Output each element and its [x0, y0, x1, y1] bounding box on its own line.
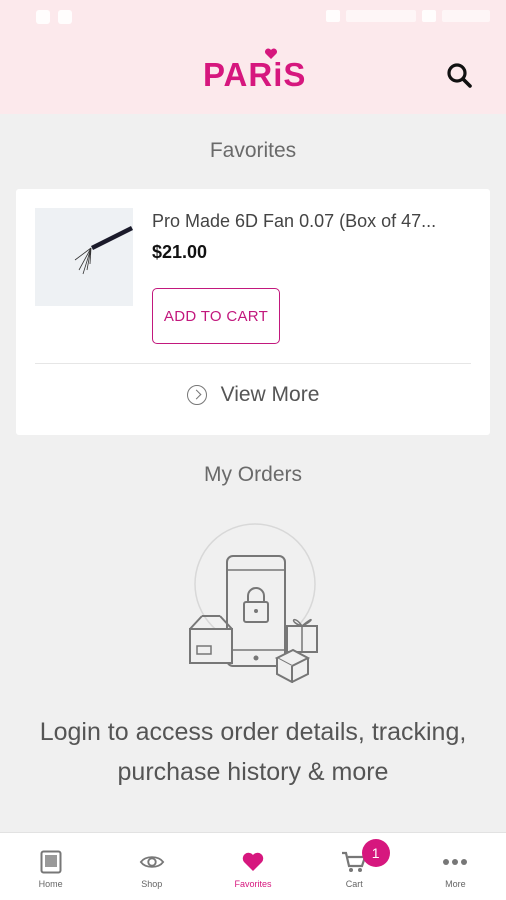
nav-cart[interactable]: Cart 1	[304, 833, 405, 900]
nav-cart-label: Cart	[345, 879, 363, 889]
search-icon	[447, 63, 472, 88]
home-icon	[38, 849, 64, 875]
more-icon	[442, 849, 468, 875]
nav-home-label: Home	[38, 879, 63, 889]
login-prompt-message: Login to access order details, tracking,…	[39, 718, 467, 786]
eye-icon	[139, 849, 165, 875]
view-more-label: View More	[220, 383, 320, 406]
brand-logo-text: PARiS	[203, 56, 307, 93]
cart-count-badge: 1	[361, 839, 390, 867]
notification-icon	[36, 10, 50, 24]
clock	[442, 10, 490, 22]
battery-icon	[422, 10, 436, 22]
nav-shop[interactable]: Shop	[101, 833, 202, 900]
logo-heart-icon	[264, 48, 278, 59]
nav-favorites[interactable]: Favorites	[202, 833, 303, 900]
bottom-nav: Home Shop Favorites Cart 1 More	[0, 832, 506, 900]
nav-more-label: More	[445, 879, 466, 889]
brand-logo[interactable]: PARiS	[203, 48, 307, 96]
eyelash-product-image	[74, 226, 133, 275]
status-info	[346, 10, 416, 22]
chevron-right-circle-icon	[186, 385, 207, 405]
favorite-product-card: Pro Made 6D Fan 0.07 (Box of 47... $21.0…	[16, 189, 490, 435]
my-orders-title: My Orders	[203, 463, 302, 486]
divider	[35, 363, 471, 364]
nav-favorites-label: Favorites	[234, 879, 272, 889]
product-image[interactable]	[35, 208, 133, 306]
orders-locked-illustration	[189, 523, 318, 683]
battery-saver-icon	[326, 10, 340, 22]
add-to-cart-button[interactable]: ADD TO CART	[152, 288, 280, 344]
nav-more[interactable]: More	[405, 833, 506, 900]
nav-shop-label: Shop	[141, 879, 163, 889]
nav-home[interactable]: Home	[0, 833, 101, 900]
product-price: $21.00	[152, 242, 208, 262]
view-more-link[interactable]: View More	[16, 378, 490, 412]
search-button[interactable]	[444, 60, 476, 92]
status-bar	[0, 0, 506, 36]
favorites-title: Favorites	[209, 139, 297, 162]
product-name[interactable]: Pro Made 6D Fan 0.07 (Box of 47...	[152, 211, 472, 232]
notification-icon	[58, 10, 72, 24]
app-header: PARiS	[0, 36, 506, 114]
heart-icon	[240, 849, 266, 875]
